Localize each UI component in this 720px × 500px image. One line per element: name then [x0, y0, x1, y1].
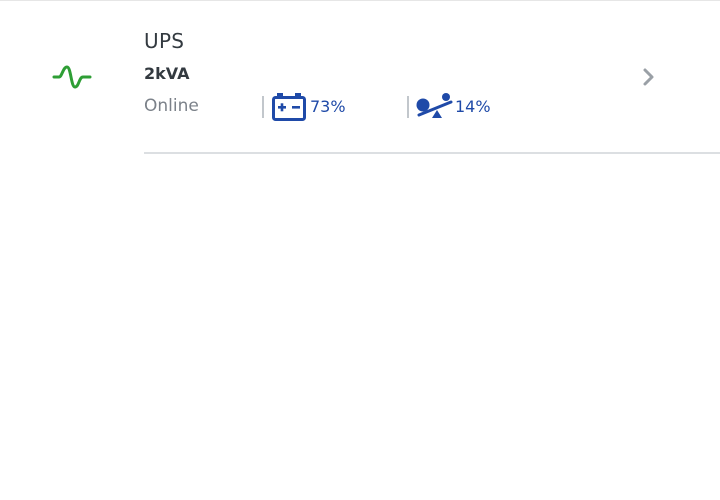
device-title: UPS: [144, 29, 185, 53]
row-divider: [144, 152, 720, 154]
battery-icon: [272, 93, 306, 121]
separator: [407, 96, 409, 118]
battery-value: 73%: [310, 97, 346, 116]
chevron-right-icon[interactable]: [641, 67, 657, 87]
separator: [262, 96, 264, 118]
load-value: 14%: [455, 97, 491, 116]
waveform-icon: [52, 65, 92, 89]
device-subtitle: 2kVA: [144, 64, 190, 83]
device-status: Online: [144, 96, 199, 116]
load-icon: [416, 93, 453, 118]
ups-device-row[interactable]: UPS 2kVA Online 73% 14%: [0, 1, 720, 154]
